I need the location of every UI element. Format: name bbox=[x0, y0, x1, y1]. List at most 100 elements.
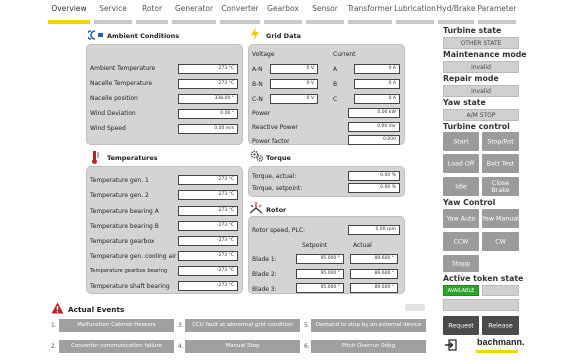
voltage-label: B-N bbox=[252, 81, 263, 88]
top-nav: Overview Service Rotor Generator Convert… bbox=[0, 0, 580, 24]
start-button[interactable]: Start bbox=[443, 132, 479, 151]
events-title: Actual Events bbox=[68, 305, 125, 314]
tab-label: Hyd/Brake bbox=[436, 4, 476, 13]
button-label: CW bbox=[495, 238, 506, 245]
ambient-label: Ambient Temperature bbox=[90, 65, 156, 72]
tab-service[interactable]: Service bbox=[92, 2, 134, 24]
tab-label: Rotor bbox=[141, 4, 163, 13]
reactive-power-label: Reactive Power bbox=[252, 124, 298, 131]
idle-button[interactable]: Idle bbox=[443, 177, 479, 196]
temperature-label: Temperature gearbox bbox=[90, 238, 155, 245]
temperatures-title: Temperatures bbox=[107, 154, 158, 162]
warning-icon bbox=[51, 302, 64, 314]
current-label: C bbox=[333, 96, 338, 103]
tab-label: Generator bbox=[174, 4, 214, 13]
ambient-title: Ambient Conditions bbox=[107, 32, 180, 40]
stop-reset-button[interactable]: Stop/Rst bbox=[482, 132, 519, 151]
yaw-state-title: Yaw state bbox=[443, 98, 486, 107]
blade-setpoint: 95.000 ° bbox=[296, 283, 344, 293]
ambient-value: 0.00 ° bbox=[178, 109, 238, 119]
tab-label: Lubrication bbox=[394, 4, 436, 13]
request-button[interactable]: Request bbox=[443, 316, 479, 335]
event-item[interactable]: Demand to stop by an external device bbox=[311, 319, 426, 332]
lightning-icon bbox=[251, 27, 259, 41]
power-value: 0.00 kW bbox=[348, 108, 400, 118]
ambient-value: -273 °C bbox=[178, 79, 238, 89]
tab-gearbox[interactable]: Gearbox bbox=[262, 2, 304, 24]
ambient-label: Wind Speed bbox=[90, 125, 126, 132]
temperature-value: -273 °C bbox=[178, 266, 238, 276]
torque-actual-label: Torque, actual: bbox=[252, 173, 297, 180]
close-brake-button[interactable]: Close Brake bbox=[482, 177, 519, 196]
ambient-label: Nacelle position bbox=[90, 95, 138, 102]
event-number: 5. bbox=[304, 322, 310, 329]
temperature-label: Temperature gen. cooling air bbox=[90, 253, 177, 260]
logo-underline bbox=[476, 350, 518, 353]
power-label: Power bbox=[252, 110, 271, 117]
tab-rotor[interactable]: Rotor bbox=[134, 2, 170, 24]
event-item[interactable]: Pitch Overrun 0deg bbox=[311, 340, 426, 353]
reactive-power-value: 0.00 Var bbox=[348, 122, 400, 132]
temperature-value: -273 °C bbox=[178, 236, 238, 246]
battery-test-button[interactable]: Batt Test bbox=[482, 154, 519, 173]
button-label: Yaw Manual bbox=[482, 215, 519, 222]
tab-generator[interactable]: Generator bbox=[170, 2, 218, 24]
voltage-label: A-N bbox=[252, 66, 263, 73]
button-label: Release bbox=[488, 322, 513, 329]
event-number: 4. bbox=[178, 343, 184, 350]
tab-hyd-brake[interactable]: Hyd/Brake bbox=[436, 2, 476, 24]
tab-overview[interactable]: Overview bbox=[46, 2, 92, 24]
token-status-empty bbox=[482, 285, 519, 296]
blade-actual: 89.600 ° bbox=[350, 254, 398, 264]
power-factor-value: 0.000 bbox=[348, 135, 400, 145]
event-item[interactable]: CCU fault at abnormal grid condition bbox=[185, 319, 300, 332]
current-value: 0 A bbox=[354, 94, 400, 104]
events-scroll-handle[interactable] bbox=[405, 304, 425, 311]
yaw-auto-button[interactable]: Yaw Auto bbox=[443, 209, 479, 228]
temperature-value: -273 °C bbox=[178, 190, 238, 200]
yaw-manual-button[interactable]: Yaw Manual bbox=[482, 209, 519, 228]
voltage-value: 0 V bbox=[270, 64, 318, 74]
turbine-state-title: Turbine state bbox=[443, 26, 502, 35]
torque-setpoint-value: 0.00 % bbox=[348, 183, 400, 193]
token-status-badge: AVAILABLE bbox=[443, 285, 479, 296]
current-label: A bbox=[333, 66, 338, 73]
button-label: Batt Test bbox=[486, 160, 515, 167]
power-factor-label: Power factor bbox=[252, 138, 290, 145]
wind-icon bbox=[88, 30, 103, 40]
logout-icon[interactable] bbox=[445, 339, 457, 351]
event-item[interactable]: Manual Stop bbox=[185, 340, 300, 353]
tab-converter[interactable]: Converter bbox=[218, 2, 262, 24]
repair-mode-title: Repair mode bbox=[443, 74, 499, 83]
blade-setpoint: 95.000 ° bbox=[296, 254, 344, 264]
event-item[interactable]: Malfunction Cabinet Heaters bbox=[59, 319, 174, 332]
tab-label: Overview bbox=[51, 4, 87, 13]
tab-sensor[interactable]: Sensor bbox=[304, 2, 346, 24]
release-button[interactable]: Release bbox=[482, 316, 519, 335]
tab-label: Sensor bbox=[312, 4, 338, 13]
tab-parameter[interactable]: Parameter bbox=[476, 2, 518, 24]
tab-transformer[interactable]: Transformer bbox=[346, 2, 394, 24]
yaw-cw-button[interactable]: CW bbox=[482, 232, 519, 251]
maintenance-mode-title: Maintenance mode bbox=[443, 50, 527, 59]
temperature-label: Temperature shaft bearing bbox=[90, 283, 170, 290]
blade-label: Blade 1: bbox=[252, 256, 277, 263]
turbine-state-value: OTHER STATE bbox=[443, 37, 519, 49]
temperature-label: Temperature gearbox bearing bbox=[90, 268, 168, 274]
button-label: Stopp bbox=[451, 260, 471, 267]
turbine-control-title: Turbine control bbox=[443, 122, 510, 131]
button-label: Load Off bbox=[447, 160, 475, 167]
button-label: Close Brake bbox=[491, 179, 510, 194]
temperature-value: -273 °C bbox=[178, 175, 238, 185]
yaw-stop-button[interactable]: Stopp bbox=[443, 255, 479, 272]
yaw-ccw-button[interactable]: CCW bbox=[443, 232, 479, 251]
temperature-value: -273 °C bbox=[178, 281, 238, 291]
thermometer-icon bbox=[92, 151, 99, 164]
tab-lubrication[interactable]: Lubrication bbox=[394, 2, 436, 24]
ambient-value: 0.00 m/s bbox=[178, 124, 238, 134]
load-off-button[interactable]: Load Off bbox=[443, 154, 479, 173]
event-item[interactable]: Converter communication failure bbox=[59, 340, 174, 353]
temperature-label: Temperature bearing B bbox=[90, 223, 159, 230]
grid-title: Grid Data bbox=[266, 32, 301, 40]
ambient-value: 338.00 ° bbox=[178, 94, 238, 104]
